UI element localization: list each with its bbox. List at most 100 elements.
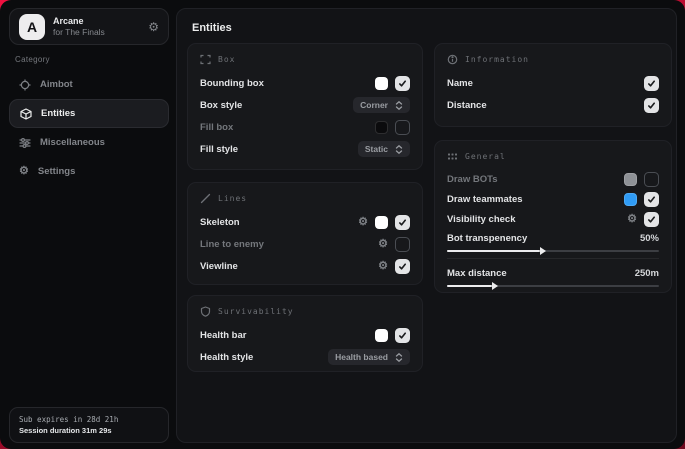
draw-teammates-color-swatch[interactable] [624,193,637,206]
lines-section-header: Lines [200,193,410,204]
general-section-header: General [447,151,659,162]
app-name: Arcane [53,16,105,27]
general-section-card: General Draw BOTs Draw teammates [434,140,672,293]
visibility-check-settings-gear-icon[interactable]: ⚙ [627,214,637,225]
health-bar-checkbox[interactable] [395,328,410,343]
check-icon [398,218,407,227]
health-style-row: Health style Health based [200,346,410,368]
entities-cube-icon [20,108,32,120]
subscription-info-card: Sub expires in 28d 21h Session duration … [9,407,169,443]
diagonal-line-icon [200,193,211,204]
sidebar-item-label: Miscellaneous [40,137,105,148]
sidebar-item-label: Aimbot [40,79,73,90]
chevron-up-down-icon [395,101,403,110]
section-title: Information [465,55,529,64]
draw-teammates-row: Draw teammates [447,189,659,209]
gear-icon: ⚙ [19,166,29,177]
distance-row: Distance [447,94,659,116]
health-bar-row: Health bar [200,324,410,346]
bot-transparency-row: Bot transpenency 50% [447,229,659,247]
app-window: A Arcane for The Finals ⚙ Category Aimbo… [0,0,685,449]
max-distance-group: Max distance 250m [447,264,659,287]
draw-bots-color-swatch[interactable] [624,173,637,186]
fill-box-checkbox[interactable] [395,120,410,135]
viewline-checkbox[interactable] [395,259,410,274]
health-style-dropdown[interactable]: Health based [328,349,410,365]
check-icon [398,331,407,340]
check-icon [647,215,656,224]
skeleton-color-swatch[interactable] [375,216,388,229]
survivability-section-header: Survivability [200,306,410,317]
header-gear-icon[interactable]: ⚙ [148,21,159,33]
max-distance-value: 250m [635,268,659,279]
shield-icon [200,306,211,317]
dropdown-value: Health based [335,352,388,362]
row-label: Fill style [200,144,358,155]
information-section-card: Information Name Distance [434,43,672,127]
chevron-up-down-icon [395,353,403,362]
section-title: General [465,152,506,161]
skeleton-row: Skeleton ⚙ [200,211,410,233]
row-label: Box style [200,100,353,111]
viewline-row: Viewline ⚙ [200,255,410,277]
divider [447,258,659,259]
draw-teammates-checkbox[interactable] [644,192,659,207]
line-to-enemy-checkbox[interactable] [395,237,410,252]
crosshair-icon [19,79,31,91]
section-title: Survivability [218,307,294,316]
sidebar-item-miscellaneous[interactable]: Miscellaneous [9,128,169,157]
corner-brackets-icon [200,54,211,65]
check-icon [647,79,656,88]
fill-style-dropdown[interactable]: Static [358,141,410,157]
bounding-box-color-swatch[interactable] [375,77,388,90]
app-subtitle: for The Finals [53,27,105,38]
dropdown-value: Corner [360,100,388,110]
skeleton-settings-gear-icon[interactable]: ⚙ [358,217,368,228]
slider-fill [447,250,540,252]
row-label: Max distance [447,268,635,279]
bounding-box-checkbox[interactable] [395,76,410,91]
row-label: Health style [200,352,328,363]
sidebar-item-label: Settings [38,166,75,177]
draw-bots-row: Draw BOTs [447,169,659,189]
max-distance-slider[interactable] [447,285,659,287]
survivability-section-card: Survivability Health bar Health style He… [187,295,423,372]
check-icon [398,79,407,88]
sidebar-nav: Aimbot Entities Miscellaneous ⚙ Settings [9,70,169,186]
app-titles: Arcane for The Finals [53,16,105,38]
fill-box-color-swatch[interactable] [375,121,388,134]
category-label: Category [15,55,50,64]
max-distance-row: Max distance 250m [447,264,659,282]
name-checkbox[interactable] [644,76,659,91]
sliders-icon [19,137,31,149]
skeleton-checkbox[interactable] [395,215,410,230]
main-panel: Entities Box Bounding box Box style [176,8,677,443]
app-logo: A [19,14,45,40]
line-to-enemy-settings-gear-icon[interactable]: ⚙ [378,239,388,250]
page-title: Entities [192,22,232,34]
row-label: Health bar [200,330,375,341]
box-section-card: Box Bounding box Box style Corner [187,43,423,170]
box-style-dropdown[interactable]: Corner [353,97,410,113]
information-section-header: Information [447,54,659,65]
row-label: Fill box [200,122,375,133]
viewline-settings-gear-icon[interactable]: ⚙ [378,261,388,272]
visibility-check-checkbox[interactable] [644,212,659,227]
distance-checkbox[interactable] [644,98,659,113]
sidebar-item-settings[interactable]: ⚙ Settings [9,157,169,186]
box-section-header: Box [200,54,410,65]
row-label: Draw teammates [447,194,624,205]
draw-bots-checkbox[interactable] [644,172,659,187]
sidebar-item-entities[interactable]: Entities [9,99,169,128]
row-label: Viewline [200,261,378,272]
sidebar-item-aimbot[interactable]: Aimbot [9,70,169,99]
lines-section-card: Lines Skeleton ⚙ Line to enemy ⚙ [187,182,423,285]
section-title: Lines [218,194,247,203]
health-bar-color-swatch[interactable] [375,329,388,342]
dropdown-value: Static [365,144,388,154]
row-label: Visibility check [447,214,627,225]
sidebar-item-label: Entities [41,108,75,119]
bot-transparency-slider[interactable] [447,250,659,252]
row-label: Skeleton [200,217,358,228]
chevron-up-down-icon [395,145,403,154]
